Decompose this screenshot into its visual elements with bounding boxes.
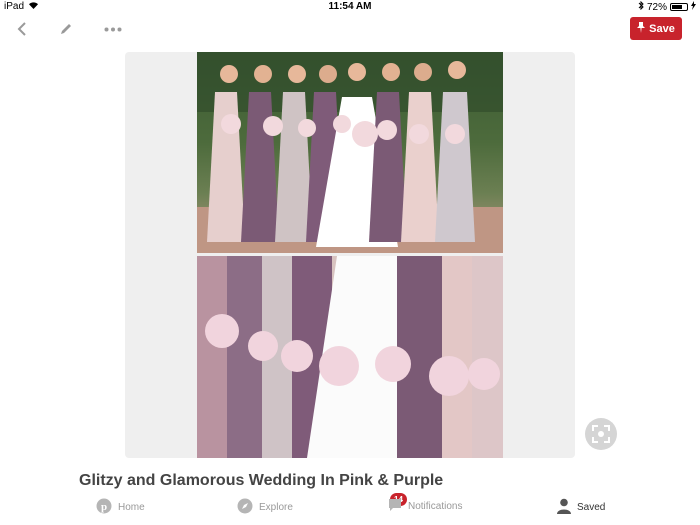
battery-icon — [670, 3, 688, 11]
bouquets-detail-photo — [197, 256, 503, 458]
visual-search-lens-button[interactable] — [585, 418, 617, 450]
speech-bubble-icon — [388, 498, 402, 515]
nav-explore-label: Explore — [259, 502, 293, 513]
nav-notifications[interactable]: Notifications — [388, 498, 462, 515]
charging-icon — [691, 1, 696, 13]
pin-title: Glitzy and Glamorous Wedding In Pink & P… — [79, 472, 444, 489]
pin-image-frame[interactable] — [125, 52, 575, 458]
bottom-nav: p Home Explore 14 Notifications Saved — [0, 490, 700, 525]
status-time: 11:54 AM — [328, 1, 372, 12]
more-dots-icon[interactable] — [102, 20, 124, 38]
nav-home-label: Home — [118, 502, 145, 513]
save-button[interactable]: Save — [630, 17, 682, 40]
bluetooth-icon — [638, 0, 644, 13]
compass-icon — [237, 498, 253, 517]
pin-icon — [637, 21, 646, 36]
svg-text:p: p — [101, 501, 107, 513]
nav-notifications-label: Notifications — [408, 501, 463, 512]
save-button-label: Save — [649, 22, 675, 35]
battery-percent: 72% — [646, 1, 667, 13]
pinterest-logo-icon: p — [96, 498, 112, 517]
pencil-icon[interactable] — [56, 20, 76, 38]
nav-saved-label: Saved — [577, 502, 606, 513]
person-icon — [557, 498, 571, 517]
bridal-party-group-photo — [197, 52, 503, 253]
nav-saved[interactable]: Saved — [557, 498, 605, 517]
nav-home[interactable]: p Home — [96, 498, 145, 517]
chevron-left-icon[interactable] — [12, 20, 32, 38]
nav-explore[interactable]: Explore — [237, 498, 293, 517]
status-right: 72% — [638, 0, 696, 13]
status-bar: iPad 11:54 AM 72% — [0, 0, 700, 14]
